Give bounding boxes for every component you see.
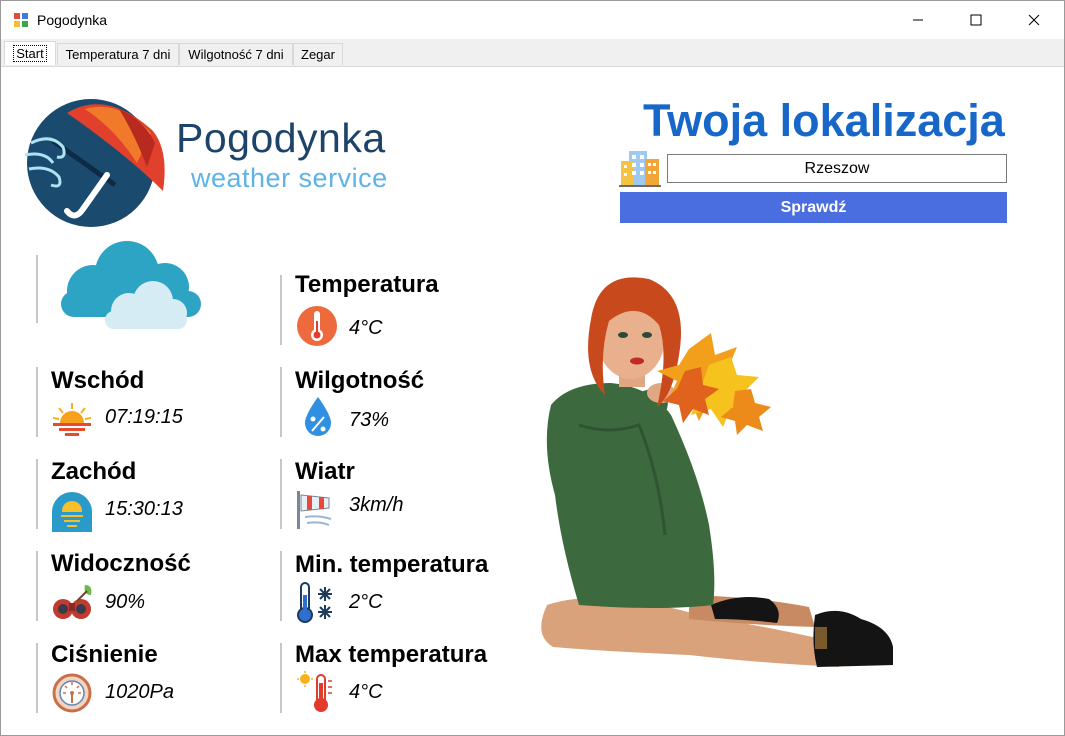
tab-humidity-7-days[interactable]: Wilgotność 7 dni: [179, 43, 293, 65]
city-input[interactable]: [667, 154, 1007, 183]
divider: [280, 275, 282, 345]
title-bar: Pogodynka: [1, 1, 1064, 39]
check-button[interactable]: Sprawdź: [620, 192, 1007, 223]
divider: [36, 551, 38, 621]
app-window: Pogodynka Start Temperatura 7 dni Wilgot…: [0, 0, 1065, 736]
humidity-drop-icon: [305, 397, 331, 436]
wind-label: Wiatr: [295, 458, 355, 485]
maximize-button[interactable]: [947, 1, 1005, 39]
location-title: Twoja lokalizacja: [643, 95, 1005, 146]
autumn-woman-illustration: [541, 277, 893, 667]
min-temperature-value: 2°C: [349, 591, 383, 613]
divider: [280, 367, 282, 437]
pressure-value: 1020Pa: [105, 681, 174, 703]
tab-start-label: Start: [13, 45, 47, 62]
divider: [280, 643, 282, 713]
thermometer-icon: [297, 306, 337, 346]
divider: [36, 459, 38, 529]
tab-temperature-label: Temperatura 7 dni: [65, 47, 171, 62]
tab-strip: Start Temperatura 7 dni Wilgotność 7 dni…: [1, 39, 1064, 67]
hot-thermometer-icon: [297, 671, 332, 712]
divider: [36, 367, 38, 437]
temperature-value: 4°C: [349, 317, 383, 339]
sunset-label: Zachód: [51, 458, 137, 485]
binoculars-icon: [53, 585, 92, 619]
sunrise-value: 07:19:15: [105, 406, 183, 428]
brand-name: Pogodynka: [176, 115, 386, 161]
min-temperature-label: Min. temperatura: [295, 551, 489, 578]
humidity-value: 73%: [349, 409, 390, 431]
close-button[interactable]: [1005, 1, 1063, 39]
max-temperature-label: Max temperatura: [295, 641, 488, 668]
tab-clock[interactable]: Zegar: [293, 43, 343, 65]
max-temperature-value: 4°C: [349, 681, 383, 703]
sunrise-icon: [52, 403, 92, 436]
start-tab-content: Pogodynka weather service Twoja lokaliza…: [1, 67, 1064, 735]
close-icon: [1028, 14, 1040, 26]
tab-temperature-7-days[interactable]: Temperatura 7 dni: [57, 43, 179, 65]
minimize-button[interactable]: [889, 1, 947, 39]
humidity-label: Wilgotność: [295, 367, 425, 394]
divider: [280, 459, 282, 529]
barometer-icon: [52, 673, 92, 713]
cold-thermometer-icon: [297, 582, 332, 623]
maximize-icon: [970, 14, 982, 26]
divider: [280, 551, 282, 621]
sunrise-label: Wschód: [51, 367, 145, 394]
cloudy-weather-icon: [61, 241, 201, 329]
visibility-value: 90%: [105, 591, 146, 613]
app-icon: [14, 13, 28, 27]
temperature-label: Temperatura: [295, 271, 439, 298]
tab-clock-label: Zegar: [301, 47, 335, 62]
umbrella-logo-icon: [24, 99, 165, 227]
visibility-label: Widoczność: [51, 550, 191, 577]
tab-start[interactable]: Start: [4, 41, 56, 65]
windsock-icon: [297, 491, 332, 529]
window-title: Pogodynka: [37, 12, 108, 28]
wind-value: 3km/h: [349, 494, 404, 516]
city-buildings-icon: [619, 151, 661, 187]
sunset-icon: [52, 492, 92, 532]
sunset-value: 15:30:13: [105, 498, 183, 520]
minimize-icon: [913, 19, 923, 21]
divider: [36, 643, 38, 713]
divider: [36, 255, 38, 323]
pressure-label: Ciśnienie: [51, 641, 158, 668]
brand-subtitle: weather service: [191, 163, 388, 193]
tab-humidity-label: Wilgotność 7 dni: [188, 47, 284, 62]
